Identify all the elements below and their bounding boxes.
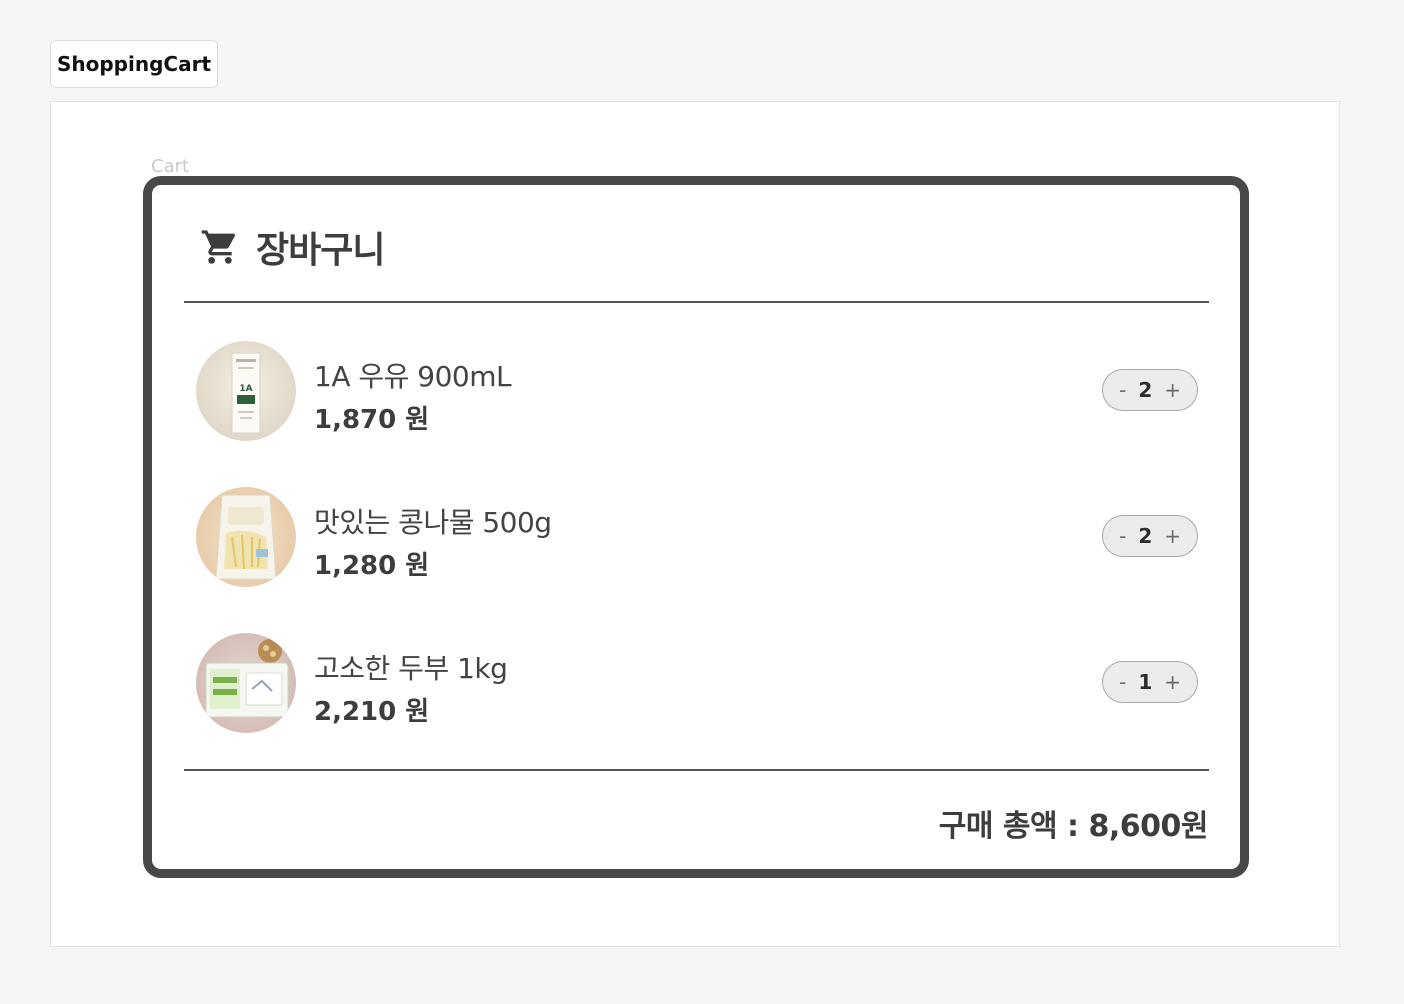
cart-caption: Cart [151, 156, 190, 177]
cart-title: 장바구니 [256, 230, 385, 271]
cart-item: 맛있는 콩나물 500g 1,280 원 - 2 + [196, 487, 1198, 587]
quantity-stepper[interactable]: - 2 + [1102, 369, 1198, 411]
increment-button[interactable]: + [1164, 378, 1181, 402]
decrement-button[interactable]: - [1119, 378, 1126, 402]
story-tab-shoppingcart[interactable]: ShoppingCart [50, 40, 218, 88]
increment-button[interactable]: + [1164, 670, 1181, 694]
cart-header: 장바구니 [200, 221, 385, 273]
item-price: 1,280 원 [314, 551, 430, 581]
bean-sprouts-bag-photo [196, 487, 296, 587]
item-name: 고소한 두부 1kg [314, 652, 508, 685]
quantity-value: 2 [1138, 378, 1153, 402]
milk-carton-photo: 1A [196, 341, 296, 441]
total-amount: 구매 총액 : 8,600원 [938, 809, 1209, 844]
item-name: 맛있는 콩나물 500g [314, 506, 552, 539]
story-canvas: Cart 장바구니 1A 1A 우유 900mL 1,870 원 - 2 + 맛… [50, 101, 1340, 947]
footer-divider [184, 769, 1209, 771]
item-price: 1,870 원 [314, 405, 430, 435]
shopping-cart-icon [200, 227, 240, 267]
quantity-value: 1 [1138, 670, 1153, 694]
cart-item: 고소한 두부 1kg 2,210 원 - 1 + [196, 633, 1198, 733]
quantity-value: 2 [1138, 524, 1153, 548]
cart-item: 1A 1A 우유 900mL 1,870 원 - 2 + [196, 341, 1198, 441]
header-divider [184, 301, 1209, 303]
item-name: 1A 우유 900mL [314, 360, 512, 393]
tofu-package-photo [196, 633, 296, 733]
decrement-button[interactable]: - [1119, 670, 1126, 694]
decrement-button[interactable]: - [1119, 524, 1126, 548]
quantity-stepper[interactable]: - 2 + [1102, 515, 1198, 557]
cart-container: 장바구니 1A 1A 우유 900mL 1,870 원 - 2 + 맛있는 콩나… [143, 176, 1249, 878]
increment-button[interactable]: + [1164, 524, 1181, 548]
quantity-stepper[interactable]: - 1 + [1102, 661, 1198, 703]
item-price: 2,210 원 [314, 697, 430, 727]
svg-text:1A: 1A [239, 384, 252, 394]
